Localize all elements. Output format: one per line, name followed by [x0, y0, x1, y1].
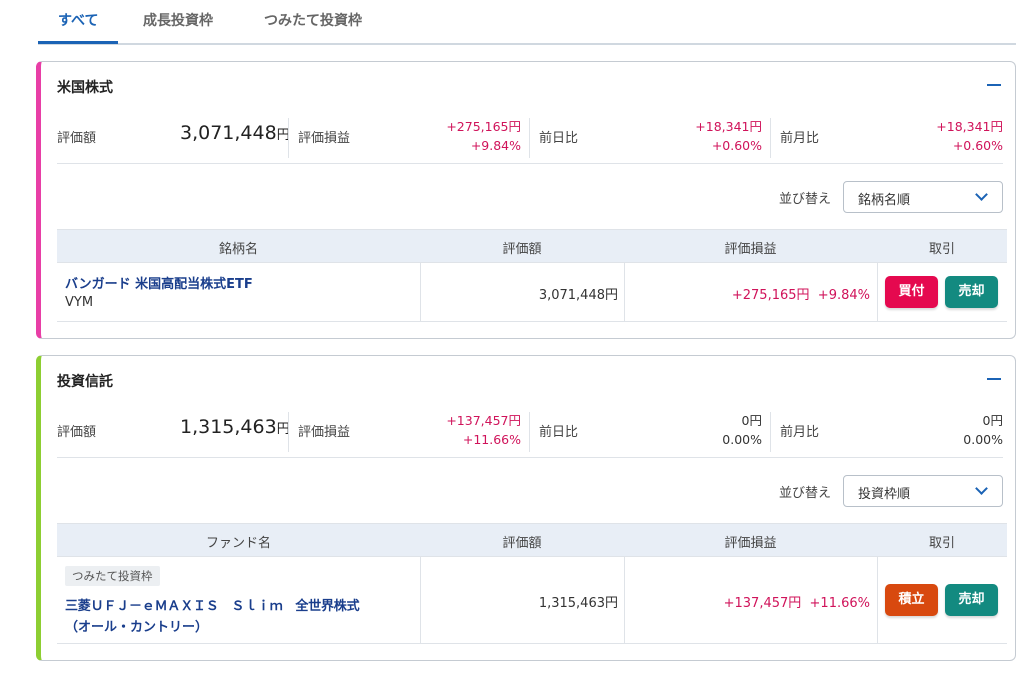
col-header-name: 銘柄名 [218, 242, 258, 257]
eval-value: 3,071,448円 [180, 122, 290, 144]
accumulate-button[interactable]: 積立 [885, 584, 938, 616]
tab-tsumitate[interactable]: つみたて投資枠 [264, 10, 362, 30]
summary-row: 評価額 1,315,463円 評価損益 +137,457円 +11.66% 前日… [57, 404, 1003, 458]
divider [770, 412, 771, 452]
table-row: つみたて投資枠 三菱ＵＦＪ－ｅＭＡＸＩＳ Ｓｌｉｍ 全世界株式 （オール・カント… [57, 557, 1007, 644]
table-header: ファンド名 評価額 評価損益 取引 [57, 523, 1007, 557]
chevron-down-icon [975, 188, 988, 201]
divider [288, 118, 289, 158]
month-amount: 0円 [982, 413, 1003, 428]
divider [770, 118, 771, 158]
sort-label: 並び替え [779, 486, 832, 501]
month-label: 前月比 [780, 425, 820, 440]
divider [529, 118, 530, 158]
eval-label: 評価額 [57, 425, 97, 440]
pl-pct: +9.84% [470, 138, 521, 153]
col-divider [624, 557, 625, 644]
col-divider [420, 263, 421, 322]
fund-name-link-line2[interactable]: （オール・カントリー） [65, 616, 208, 635]
row-pl: +275,165円 +9.84% [731, 288, 870, 303]
us-stock-card: 米国株式 評価額 3,071,448円 評価損益 +275,165円 +9.84… [36, 61, 1016, 339]
sell-button[interactable]: 売却 [945, 276, 998, 308]
holdings-table: ファンド名 評価額 評価損益 取引 つみたて投資枠 三菱ＵＦＪ－ｅＭＡＸＩＳ Ｓ… [57, 523, 1007, 645]
row-value: 3,071,448円 [538, 288, 618, 303]
col-divider [624, 263, 625, 322]
active-tab-indicator [38, 41, 118, 44]
fund-card: 投資信託 評価額 1,315,463円 評価損益 +137,457円 +11.6… [36, 355, 1016, 661]
col-divider [877, 557, 878, 644]
minus-icon[interactable] [987, 378, 1001, 380]
minus-icon[interactable] [987, 84, 1001, 86]
holdings-table: 銘柄名 評価額 評価損益 取引 バンガード 米国高配当株式ETF VYM 3,0… [57, 229, 1007, 322]
col-divider [877, 263, 878, 322]
month-amount: +18,341円 [936, 119, 1003, 134]
eval-label: 評価額 [57, 131, 97, 146]
account-type-badge: つみたて投資枠 [65, 566, 160, 586]
month-label: 前月比 [780, 131, 820, 146]
tab-all[interactable]: すべて [58, 10, 98, 30]
day-label: 前日比 [539, 425, 579, 440]
month-pct: 0.00% [963, 432, 1003, 447]
col-divider [420, 557, 421, 644]
day-amount: +18,341円 [695, 119, 762, 134]
tab-bar: すべて 成長投資枠 つみたて投資枠 [38, 0, 1016, 45]
col-header-pl: 評価損益 [724, 536, 777, 551]
sort-select[interactable]: 投資枠順 [843, 475, 1003, 507]
summary-row: 評価額 3,071,448円 評価損益 +275,165円 +9.84% 前日比… [57, 110, 1003, 164]
fund-name-link[interactable]: 三菱ＵＦＪ－ｅＭＡＸＩＳ Ｓｌｉｍ 全世界株式 [65, 595, 360, 614]
chevron-down-icon [975, 482, 988, 495]
sort-label: 並び替え [779, 192, 832, 207]
divider [529, 412, 530, 452]
table-header: 銘柄名 評価額 評価損益 取引 [57, 229, 1007, 263]
col-header-trade: 取引 [928, 242, 955, 257]
row-pl: +137,457円 +11.66% [723, 596, 870, 611]
pl-amount: +137,457円 [446, 413, 521, 428]
col-header-value: 評価額 [502, 242, 542, 257]
day-pct: 0.00% [722, 432, 762, 447]
sell-button[interactable]: 売却 [945, 584, 998, 616]
month-pct: +0.60% [952, 138, 1003, 153]
sort-select[interactable]: 銘柄名順 [843, 181, 1003, 213]
buy-button[interactable]: 買付 [885, 276, 938, 308]
pl-label: 評価損益 [298, 131, 351, 146]
day-pct: +0.60% [711, 138, 762, 153]
tab-growth[interactable]: 成長投資枠 [143, 10, 213, 30]
card-title: 米国株式 [57, 80, 113, 96]
pl-pct: +11.66% [462, 432, 521, 447]
security-name-link[interactable]: バンガード 米国高配当株式ETF [65, 273, 253, 292]
row-value: 1,315,463円 [538, 596, 618, 611]
card-title: 投資信託 [57, 374, 113, 390]
divider [288, 412, 289, 452]
eval-value: 1,315,463円 [180, 416, 290, 438]
col-header-name: ファンド名 [205, 536, 271, 551]
day-amount: 0円 [741, 413, 762, 428]
pl-label: 評価損益 [298, 425, 351, 440]
ticker: VYM [65, 295, 94, 310]
day-label: 前日比 [539, 131, 579, 146]
table-row: バンガード 米国高配当株式ETF VYM 3,071,448円 +275,165… [57, 263, 1007, 322]
col-header-value: 評価額 [502, 536, 542, 551]
sort-value: 投資枠順 [858, 487, 911, 502]
pl-amount: +275,165円 [446, 119, 521, 134]
col-header-pl: 評価損益 [724, 242, 777, 257]
sort-value: 銘柄名順 [858, 193, 911, 208]
col-header-trade: 取引 [928, 536, 955, 551]
